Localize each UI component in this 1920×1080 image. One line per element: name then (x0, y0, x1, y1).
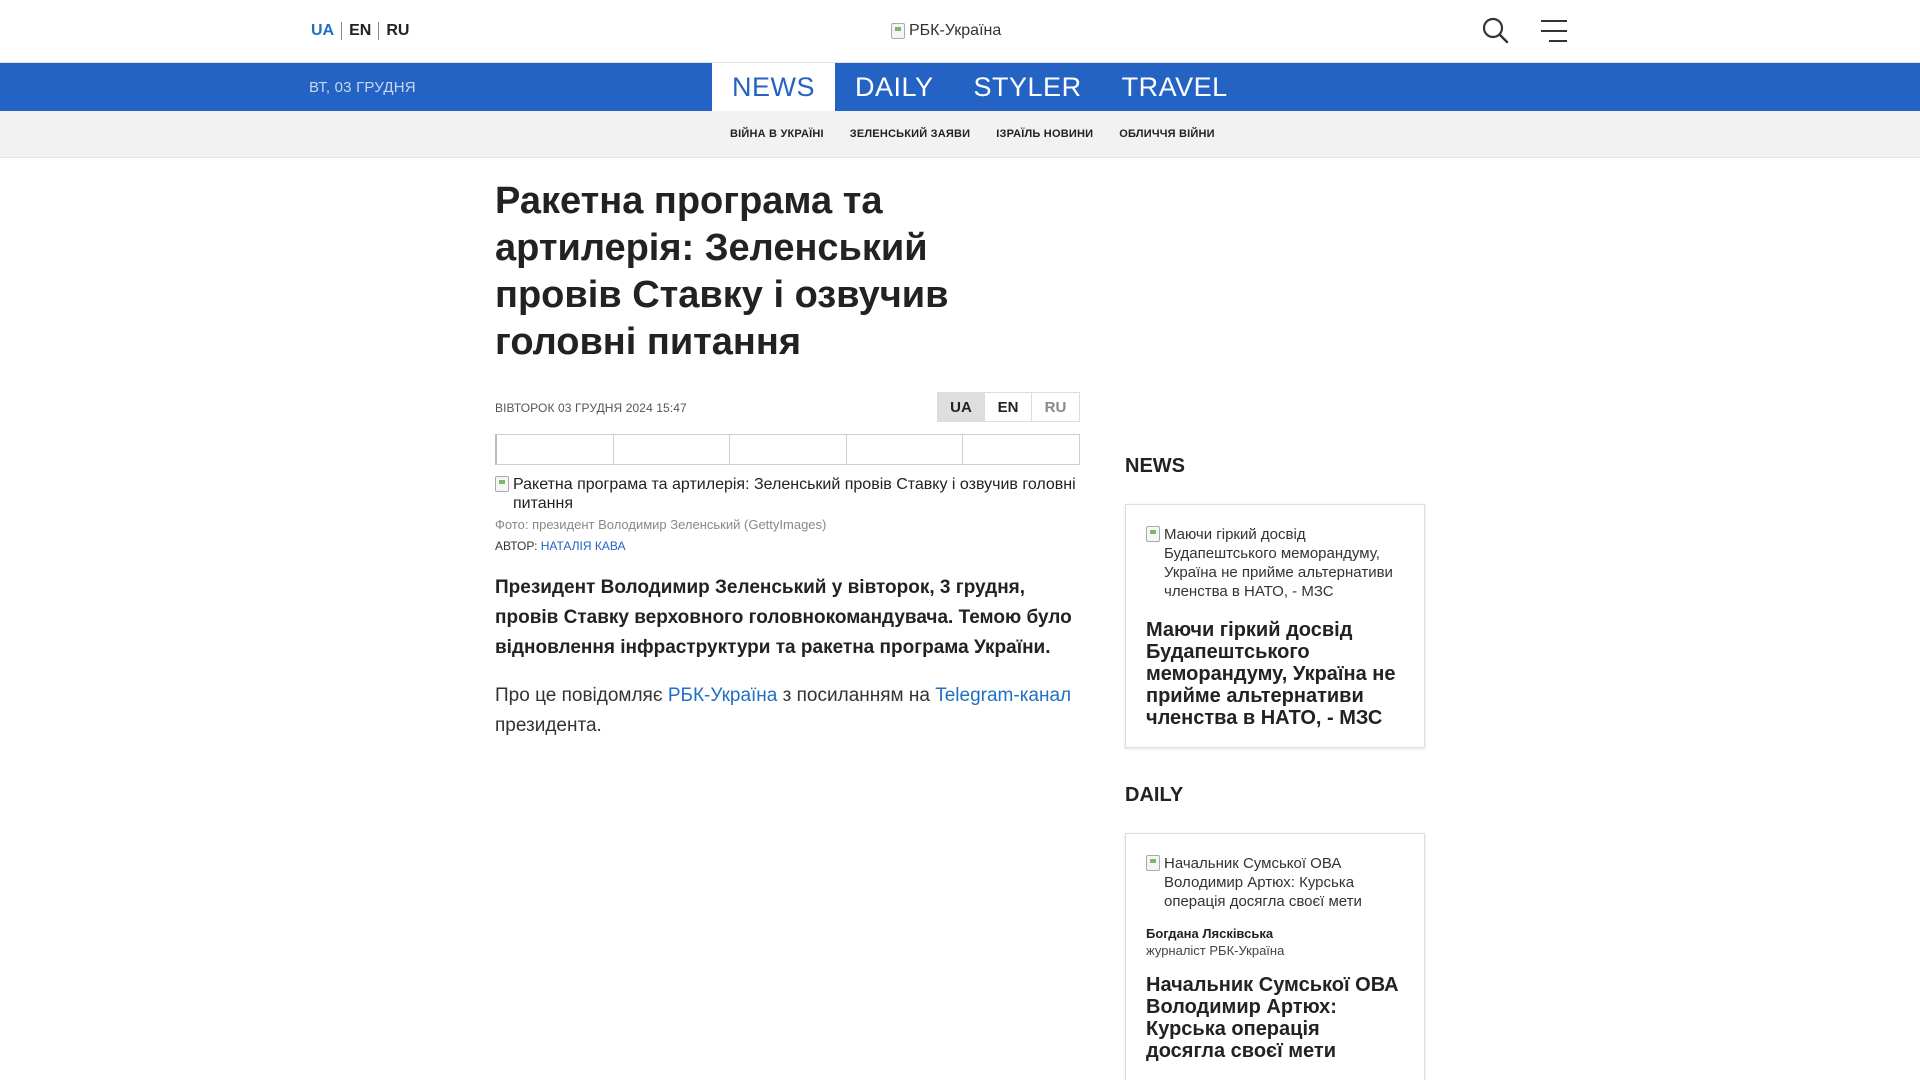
article-title: Ракетна програма та артилерія: Зеленськи… (495, 180, 949, 363)
article-language-ua[interactable]: UA (938, 393, 985, 421)
menu-button[interactable] (1539, 18, 1569, 44)
paragraph-text: Про це повідомляє (495, 685, 668, 706)
share-button[interactable] (730, 435, 847, 464)
news-heading: NEWS (1125, 455, 1185, 477)
photo-alt-text: Ракетна програма та артилерія: Зеленськи… (513, 476, 1076, 512)
article-language-en[interactable]: EN (985, 393, 1032, 421)
tab-news[interactable]: NEWS (712, 63, 835, 111)
site-logo[interactable]: РБК-Україна (891, 22, 1001, 40)
daily-heading: DAILY (1125, 784, 1184, 806)
logo-alt-text: РБК-Україна (909, 22, 1002, 39)
current-date: ВТ, 03 ГРУДНЯ (309, 79, 416, 96)
telegram-channel-link[interactable]: Telegram-канал (935, 685, 1071, 706)
article-photo: Ракетна програма та артилерія: Зеленськи… (495, 475, 1080, 513)
card-title[interactable]: Маючи гіркий досвід Будапештського мемор… (1146, 619, 1404, 729)
daily-card[interactable]: Начальник Сумської ОВА Володимир Артюх: … (1125, 833, 1425, 1080)
language-ua[interactable]: UA (311, 22, 341, 40)
rbc-ukraine-link[interactable]: РБК-Україна (668, 685, 778, 706)
card-image-alt: Начальник Сумської ОВА Володимир Артюх: … (1164, 855, 1362, 910)
search-icon (1482, 17, 1509, 44)
menu-icon (1541, 20, 1567, 42)
language-ru[interactable]: RU (379, 22, 416, 40)
card-image: Начальник Сумської ОВА Володимир Артюх: … (1146, 854, 1404, 911)
paragraph-text: президента. (495, 715, 602, 736)
share-button[interactable] (497, 435, 614, 464)
article-meta: ВІВТОРОК 03 ГРУДНЯ 2024 15:47 UA EN RU (495, 392, 1080, 422)
search-button[interactable] (1481, 16, 1511, 46)
photo-caption: Фото: президент Володимир Зеленський (Ge… (495, 517, 827, 532)
broken-image-icon (495, 476, 509, 492)
main-navigation: ВТ, 03 ГРУДНЯ NEWS DAILY STYLER TRAVEL (0, 63, 1920, 111)
sub-navigation: ВІЙНА В УКРАЇНІ ЗЕЛЕНСЬКИЙ ЗАЯВИ ІЗРАЇЛЬ… (0, 111, 1920, 158)
card-image: Маючи гіркий досвід Будапештського мемор… (1146, 525, 1404, 601)
sidebar: NEWS Маючи гіркий досвід Будапештського … (1125, 455, 1425, 1080)
topic-links: ВІЙНА В УКРАЇНІ ЗЕЛЕНСЬКИЙ ЗАЯВИ ІЗРАЇЛЬ… (730, 128, 1215, 140)
author-link[interactable]: НАТАЛІЯ КАВА (541, 539, 626, 553)
subnav-war-in-ukraine[interactable]: ВІЙНА В УКРАЇНІ (730, 128, 824, 140)
broken-image-icon (891, 23, 905, 39)
article-author: АВТОР: НАТАЛІЯ КАВА (495, 539, 1080, 553)
article-lead: Президент Володимир Зеленський у вівторо… (495, 577, 1072, 658)
share-buttons (495, 434, 1080, 465)
article-language-ru[interactable]: RU (1032, 393, 1079, 421)
card-author: Богдана Лясківська (1146, 926, 1274, 941)
tab-daily[interactable]: DAILY (835, 63, 954, 111)
tab-travel[interactable]: TRAVEL (1102, 63, 1248, 111)
share-button[interactable] (847, 435, 964, 464)
author-label: АВТОР: (495, 539, 541, 553)
news-card[interactable]: Маючи гіркий досвід Будапештського мемор… (1125, 504, 1425, 748)
share-button[interactable] (614, 435, 731, 464)
subnav-zelensky-statements[interactable]: ЗЕЛЕНСЬКИЙ ЗАЯВИ (850, 128, 970, 140)
article-paragraph: Про це повідомляє РБК-Україна з посиланн… (495, 681, 1080, 741)
broken-image-icon (1146, 855, 1160, 871)
paragraph-text: з посиланням на (777, 685, 936, 706)
card-image-alt: Маючи гіркий досвід Будапештського мемор… (1164, 526, 1393, 600)
share-button[interactable] (963, 435, 1079, 464)
broken-image-icon (1146, 526, 1160, 542)
article: Ракетна програма та артилерія: Зеленськи… (495, 178, 1080, 741)
top-bar: UA EN RU РБК-Україна (0, 0, 1920, 63)
article-language-switcher: UA EN RU (937, 392, 1080, 422)
tab-styler[interactable]: STYLER (954, 63, 1102, 111)
subnav-faces-of-war[interactable]: ОБЛИЧЧЯ ВІЙНИ (1119, 128, 1215, 140)
subnav-israel-news[interactable]: ІЗРАЇЛЬ НОВИНИ (996, 128, 1093, 140)
language-en[interactable]: EN (342, 22, 378, 40)
publish-date: ВІВТОРОК 03 ГРУДНЯ 2024 15:47 (495, 401, 687, 415)
section-tabs: NEWS DAILY STYLER TRAVEL (712, 63, 1248, 111)
card-author-role: журналіст РБК-Україна (1146, 943, 1285, 958)
language-switcher: UA EN RU (311, 22, 416, 40)
card-title[interactable]: Начальник Сумської ОВА Володимир Артюх: … (1146, 974, 1404, 1062)
